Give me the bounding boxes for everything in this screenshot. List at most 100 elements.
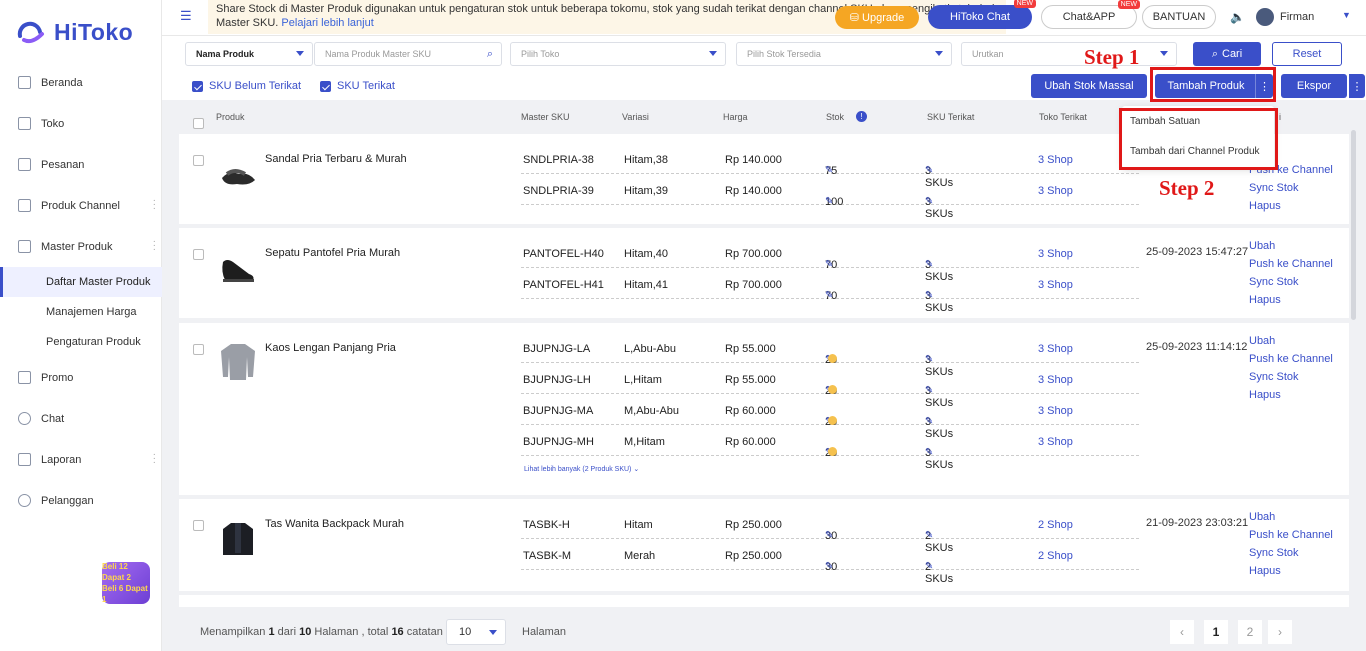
cell-toko-terikat[interactable]: 3 Shop [1038,374,1073,386]
bantuan-button[interactable]: BANTUAN [1142,5,1216,29]
stok-select[interactable]: Pilih Stok Tersedia [736,42,952,66]
cari-label: Cari [1222,48,1243,60]
push-channel-link[interactable]: Push ke Channel [1249,526,1333,544]
username[interactable]: Firman [1280,11,1314,23]
sku-belum-checkbox[interactable]: SKU Belum Terikat [192,80,301,92]
page-size-select[interactable]: 10 [446,619,506,645]
sync-stok-link[interactable]: Sync Stok [1249,368,1333,386]
hapus-link[interactable]: Hapus [1249,197,1333,215]
edit-icon[interactable]: ✎ [825,561,833,572]
upgrade-button[interactable]: ⛁ Upgrade [835,6,919,29]
edit-icon[interactable]: ✎ [825,290,833,301]
chevron-down-icon [1160,51,1168,56]
chevron-down-icon[interactable]: ▼ [1342,10,1351,20]
app-logo[interactable]: HiToko [14,18,133,46]
sync-stok-link[interactable]: Sync Stok [1249,179,1333,197]
product-name[interactable]: Sepatu Pantofel Pria Murah [265,247,400,259]
sidebar-subitem-daftar-master-produk[interactable]: Daftar Master Produk [0,267,162,297]
search-icon[interactable]: ⌕ [487,48,493,61]
toko-select[interactable]: Pilih Toko [510,42,726,66]
hapus-link[interactable]: Hapus [1249,562,1333,580]
sidebar-item-pesanan[interactable]: Pesanan [0,144,162,185]
hitoko-chat-button[interactable]: HiToko Chat NEW [928,0,1036,29]
push-channel-link[interactable]: Push ke Channel [1249,350,1333,368]
hapus-link[interactable]: Hapus [1249,386,1333,404]
sidebar-item-produk-channel[interactable]: Produk Channel · · · [0,185,162,226]
sidebar-item-pelanggan[interactable]: Pelanggan [0,480,162,521]
checkbox[interactable] [193,154,204,166]
checkbox[interactable] [193,248,204,260]
sidebar-item-laporan[interactable]: Laporan · · · [0,439,162,480]
page-button[interactable]: 1 [1204,620,1228,644]
more-vertical-icon[interactable]: ⋮ [1255,74,1273,98]
more-vertical-icon[interactable]: ⋮ [1349,74,1365,98]
edit-icon[interactable]: ✎ [925,561,933,572]
row-checkbox[interactable] [193,248,204,260]
sync-stok-link[interactable]: Sync Stok [1249,273,1333,291]
info-icon[interactable]: ! [856,111,867,122]
ekspor-button[interactable]: Ekspor [1281,74,1347,98]
search-field-select[interactable]: Nama Produk [185,42,313,66]
push-channel-link[interactable]: Push ke Channel [1249,255,1333,273]
cell-toko-terikat[interactable]: 3 Shop [1038,436,1073,448]
sidebar-item-label: Chat [41,412,65,425]
page-button[interactable]: 2 [1238,620,1262,644]
prev-page-icon[interactable]: ‹ [1170,620,1194,644]
checkbox[interactable] [193,519,204,531]
edit-icon[interactable]: ✎ [825,196,833,207]
edit-icon[interactable]: ✎ [925,196,933,207]
sidebar-item-toko[interactable]: Toko [0,103,162,144]
ubah-link[interactable]: Ubah [1249,237,1333,255]
checkbox-checked[interactable] [192,80,203,92]
sidebar-item-master-produk[interactable]: Master Produk · · · [0,226,162,267]
cell-toko-terikat[interactable]: 3 Shop [1038,248,1073,260]
sidebar-item-chat[interactable]: Chat [0,398,162,439]
ubah-stok-massal-button[interactable]: Ubah Stok Massal [1031,74,1147,98]
cell-toko-terikat[interactable]: 3 Shop [1038,279,1073,291]
checkbox[interactable] [193,343,204,355]
sidebar-subitem-pengaturan-produk[interactable]: Pengaturan Produk [0,327,162,357]
reset-button[interactable]: Reset [1272,42,1342,66]
hapus-link[interactable]: Hapus [1249,291,1333,309]
cell-toko-terikat[interactable]: 3 Shop [1038,343,1073,355]
cell-toko-terikat[interactable]: 3 Shop [1038,185,1073,197]
urutkan-select[interactable]: Urutkan [961,42,1177,66]
product-card: Kaos Lengan Panjang Pria BJUPNJG-LA L,Ab… [179,323,1349,495]
avatar[interactable] [1256,8,1274,26]
notice-link[interactable]: Pelajari lebih lanjut [281,17,373,29]
cell-toko-terikat[interactable]: 2 Shop [1038,550,1073,562]
info-text: dari [277,626,297,638]
menu-item-tambah-channel[interactable]: Tambah dari Channel Produk [1122,136,1274,166]
promo-badge[interactable]: Beli 12 Dapat 2 Beli 6 Dapat 1 [102,562,150,604]
edit-icon[interactable]: ✎ [925,447,933,458]
product-name[interactable]: Tas Wanita Backpack Murah [265,518,404,530]
sync-stok-link[interactable]: Sync Stok [1249,544,1333,562]
sidebar-item-promo[interactable]: Promo [0,357,162,398]
cell-toko-terikat[interactable]: 3 Shop [1038,154,1073,166]
cari-button[interactable]: ⌕ Cari [1193,42,1261,66]
cell-toko-terikat[interactable]: 2 Shop [1038,519,1073,531]
product-name[interactable]: Kaos Lengan Panjang Pria [265,342,396,354]
ubah-link[interactable]: Ubah [1249,508,1333,526]
product-name[interactable]: Sandal Pria Terbaru & Murah [265,153,407,165]
checkbox[interactable] [193,118,204,129]
row-checkbox[interactable] [193,343,204,355]
sidebar-item-beranda[interactable]: Beranda [0,62,162,103]
show-more-link[interactable]: Lihat lebih banyak (2 Produk SKU) ⌄ [524,465,639,473]
next-page-icon[interactable]: › [1268,620,1292,644]
ubah-link[interactable]: Ubah [1249,332,1333,350]
row-checkbox[interactable] [193,154,204,166]
menu-toggle-icon[interactable]: ☰ [180,9,192,22]
menu-item-tambah-satuan[interactable]: Tambah Satuan [1122,106,1274,136]
sidebar-subitem-manajemen-harga[interactable]: Manajemen Harga [0,297,162,327]
speaker-icon[interactable]: 🔈 [1230,10,1245,24]
edit-icon[interactable]: ✎ [925,290,933,301]
chat-app-button[interactable]: Chat&APP NEW [1041,0,1140,29]
tambah-produk-button[interactable]: Tambah Produk ⋮ [1155,74,1273,98]
row-checkbox[interactable] [193,519,204,531]
scrollbar[interactable] [1351,130,1356,320]
checkbox-checked[interactable] [320,80,331,92]
search-input[interactable]: Nama Produk Master SKU ⌕ [314,42,502,66]
sku-terikat-checkbox[interactable]: SKU Terikat [320,80,395,92]
cell-toko-terikat[interactable]: 3 Shop [1038,405,1073,417]
